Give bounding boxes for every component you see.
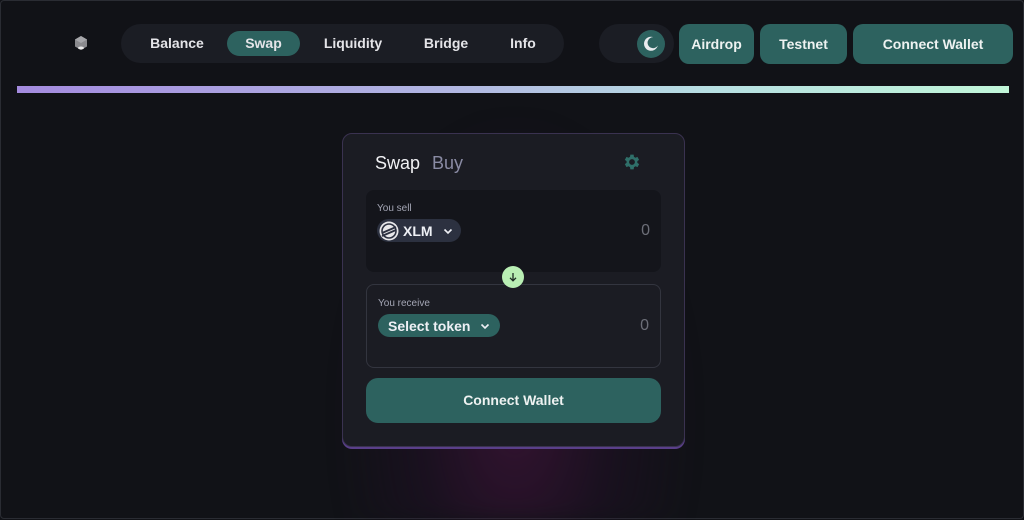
receive-label: You receive xyxy=(378,298,430,309)
chevron-down-icon xyxy=(443,228,452,234)
nav-liquidity[interactable]: Liquidity xyxy=(311,31,395,56)
main-nav: Balance Swap Liquidity Bridge Info xyxy=(121,24,564,63)
swap-card: Swap Buy You sell XLM 0 You receive Sele… xyxy=(342,133,685,447)
theme-toggle[interactable] xyxy=(599,24,674,63)
header-connect-wallet-button[interactable]: Connect Wallet xyxy=(853,24,1013,64)
gear-icon[interactable] xyxy=(622,152,642,172)
gradient-divider xyxy=(17,86,1009,93)
receive-token-label: Select token xyxy=(388,317,471,334)
sell-panel: You sell XLM 0 xyxy=(366,190,661,272)
tab-buy[interactable]: Buy xyxy=(432,153,463,174)
connect-wallet-button[interactable]: Connect Wallet xyxy=(366,378,661,423)
receive-panel: You receive Select token 0 xyxy=(366,284,661,368)
airdrop-button[interactable]: Airdrop xyxy=(679,24,754,64)
nav-bridge[interactable]: Bridge xyxy=(411,31,481,56)
receive-token-select[interactable]: Select token xyxy=(378,314,501,337)
swap-direction-button[interactable] xyxy=(502,266,524,288)
sell-label: You sell xyxy=(377,203,412,214)
sell-amount-input[interactable]: 0 xyxy=(641,222,650,240)
stellar-icon xyxy=(379,221,399,240)
cube-icon[interactable] xyxy=(73,35,89,51)
nav-balance[interactable]: Balance xyxy=(137,31,217,56)
sell-token-symbol: XLM xyxy=(403,222,433,239)
testnet-button[interactable]: Testnet xyxy=(760,24,847,64)
receive-amount-input[interactable]: 0 xyxy=(640,317,649,335)
nav-info[interactable]: Info xyxy=(496,31,550,56)
sell-token-select[interactable]: XLM xyxy=(377,219,461,242)
moon-icon xyxy=(644,36,658,51)
theme-toggle-knob[interactable] xyxy=(637,30,665,58)
arrow-down-icon xyxy=(509,273,517,282)
tab-swap[interactable]: Swap xyxy=(375,153,420,174)
chevron-down-icon xyxy=(481,323,490,329)
nav-swap[interactable]: Swap xyxy=(227,31,300,56)
